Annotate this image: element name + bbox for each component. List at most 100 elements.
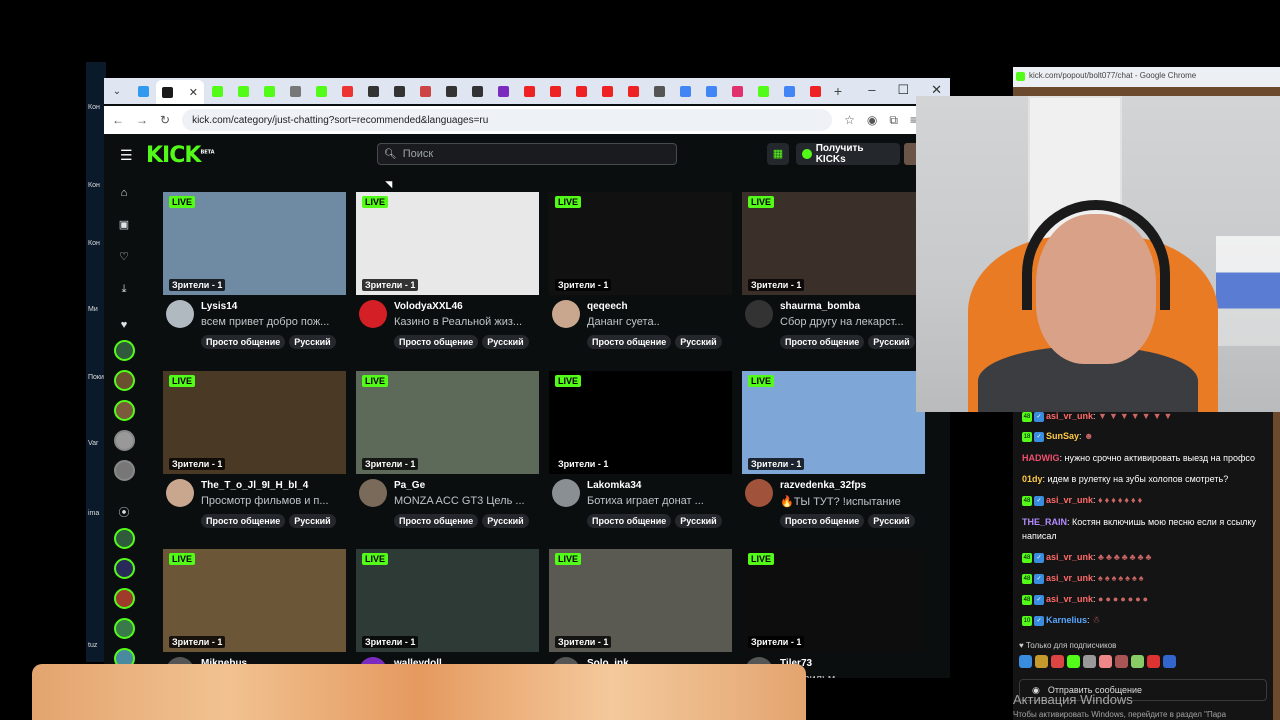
close-tab-icon[interactable]: ✕ <box>189 86 198 99</box>
emote-icon[interactable] <box>1051 655 1064 668</box>
emote-icon[interactable] <box>1067 655 1080 668</box>
stream-thumbnail[interactable]: LIVE Зрители - 1 <box>356 549 539 652</box>
url-input[interactable]: kick.com/category/just-chatting?sort=rec… <box>182 109 833 131</box>
tab-dropdown-button[interactable]: ⌄ <box>104 81 130 101</box>
stream-card[interactable]: LIVE Зрители - 1 qeqeech Дананг суета.. Прос… <box>549 192 732 349</box>
tag-pill[interactable]: Русский <box>482 335 529 349</box>
browser-tab[interactable] <box>412 81 438 101</box>
recommended-channel-avatar[interactable] <box>114 558 135 579</box>
stream-card[interactable]: LIVE Зрители - 1 razvedenka_32fps 🔥ТЫ ТУТ? … <box>742 371 925 528</box>
browser-tab[interactable] <box>724 81 750 101</box>
new-tab-button[interactable]: + <box>828 83 848 99</box>
chat-username[interactable]: THE_RAIN <box>1022 517 1067 527</box>
tag-pill[interactable]: Русский <box>482 514 529 528</box>
tag-pill[interactable]: Русский <box>868 335 915 349</box>
stream-title[interactable]: Ботиха играет донат ... <box>587 495 731 507</box>
stream-card[interactable]: LIVE Зрители - 1 VolodyaXXL46 Казино в Реал… <box>356 192 539 349</box>
stream-card[interactable]: LIVE Зрители - 1 Lysis14 всем привет добро … <box>163 192 346 349</box>
channel-avatar[interactable] <box>359 479 387 507</box>
stream-title[interactable]: 🔥ТЫ ТУТ? !испытание <box>780 495 924 508</box>
tag-pill[interactable]: Русский <box>675 335 722 349</box>
channel-name[interactable]: Pa_Ge <box>394 480 425 491</box>
emote-icon[interactable] <box>1019 655 1032 668</box>
search-input[interactable]: 🔍︎ Поиск <box>377 143 677 165</box>
chat-username[interactable]: Karnelius <box>1046 615 1087 625</box>
stream-thumbnail[interactable]: LIVE Зрители - 1 <box>356 192 539 295</box>
chat-username[interactable]: asi_vr_unk <box>1046 411 1093 421</box>
channel-avatar[interactable] <box>745 300 773 328</box>
minimize-button[interactable]: – <box>868 82 875 98</box>
browser-tab[interactable] <box>776 81 802 101</box>
browser-tab[interactable] <box>594 81 620 101</box>
channel-name[interactable]: Lysis14 <box>201 301 237 312</box>
download-icon[interactable]: ⤓ <box>117 282 131 296</box>
recommended-channel-avatar[interactable] <box>114 528 135 549</box>
tag-pill[interactable]: Русский <box>289 514 336 528</box>
channel-avatar[interactable] <box>166 479 194 507</box>
extension-icon[interactable]: ◉ <box>867 113 877 127</box>
chat-username[interactable]: 01dy <box>1022 474 1043 484</box>
stream-thumbnail[interactable]: LIVE Зрители - 1 <box>742 371 925 474</box>
chat-username[interactable]: SunSay <box>1046 431 1079 441</box>
browser-tab[interactable] <box>360 81 386 101</box>
stream-thumbnail[interactable]: LIVE Зрители - 1 <box>742 549 925 652</box>
stream-title[interactable]: всем привет добро пож... <box>201 316 345 328</box>
bookmark-star-icon[interactable]: ☆ <box>844 113 855 127</box>
browser-tab[interactable] <box>334 81 360 101</box>
gift-icon[interactable]: ▦ <box>767 143 789 165</box>
home-icon[interactable]: ⌂ <box>117 186 131 200</box>
channel-avatar[interactable] <box>166 300 194 328</box>
emote-icon[interactable] <box>1131 655 1144 668</box>
recommended-channel-avatar[interactable] <box>114 588 135 609</box>
followed-channel-avatar[interactable] <box>114 430 135 451</box>
stream-card[interactable]: LIVEЗрители - 1Miknebus <box>163 549 346 678</box>
channel-avatar[interactable] <box>359 300 387 328</box>
chat-username[interactable]: asi_vr_unk <box>1046 594 1093 604</box>
channel-name[interactable]: razvedenka_32fps <box>780 480 866 491</box>
stream-thumbnail[interactable]: LIVE Зрители - 1 <box>163 371 346 474</box>
stream-thumbnail[interactable]: LIVE Зрители - 1 <box>163 192 346 295</box>
browser-tab[interactable] <box>256 81 282 101</box>
tag-pill[interactable]: Русский <box>868 514 915 528</box>
emote-icon[interactable] <box>1115 655 1128 668</box>
browse-icon[interactable]: ▣ <box>117 218 131 232</box>
emote-icon[interactable] <box>1147 655 1160 668</box>
tag-pill[interactable]: Просто общение <box>394 335 479 349</box>
stream-card[interactable]: LIVE Зрители - 1 Pa_Ge MONZA ACC GT3 Цель .… <box>356 371 539 528</box>
browser-tab[interactable] <box>802 81 828 101</box>
browser-tab[interactable] <box>620 81 646 101</box>
channel-avatar[interactable] <box>552 479 580 507</box>
stream-card[interactable]: LIVE Зрители - 1 Lakomka34 Ботиха играет до… <box>549 371 732 528</box>
stream-thumbnail[interactable]: LIVE Зрители - 1 <box>549 549 732 652</box>
tag-pill[interactable]: Русский <box>289 335 336 349</box>
tag-pill[interactable]: Русский <box>675 514 722 528</box>
channel-avatar[interactable] <box>745 479 773 507</box>
emote-icon[interactable] <box>1163 655 1176 668</box>
kick-logo[interactable]: KICKBETA <box>146 143 215 168</box>
browser-tab[interactable] <box>308 81 334 101</box>
stream-thumbnail[interactable]: LIVE Зрители - 1 <box>549 371 732 474</box>
stream-card[interactable]: LIVE Зрители - 1 shaurma_bomba Сбор другу н… <box>742 192 925 349</box>
channel-name[interactable]: qeqeech <box>587 301 628 312</box>
forward-icon[interactable]: → <box>136 113 148 127</box>
browser-tab[interactable] <box>130 81 156 101</box>
followed-channel-avatar[interactable] <box>114 400 135 421</box>
browser-tab[interactable] <box>750 81 776 101</box>
chat-username[interactable]: asi_vr_unk <box>1046 495 1093 505</box>
chat-username[interactable]: asi_vr_unk <box>1046 573 1093 583</box>
stream-thumbnail[interactable]: LIVE Зрители - 1 <box>163 549 346 652</box>
browser-tab[interactable] <box>490 81 516 101</box>
emote-icon[interactable] <box>1035 655 1048 668</box>
followed-channel-avatar[interactable] <box>114 460 135 481</box>
browser-tab[interactable] <box>672 81 698 101</box>
browser-tab[interactable] <box>386 81 412 101</box>
following-icon[interactable]: ♡ <box>117 250 131 264</box>
emote-icon[interactable] <box>1083 655 1096 668</box>
reload-icon[interactable]: ↻ <box>160 113 170 127</box>
stream-thumbnail[interactable]: LIVE Зрители - 1 <box>356 371 539 474</box>
maximize-button[interactable]: ☐ <box>897 82 909 98</box>
browser-tab[interactable] <box>438 81 464 101</box>
stream-title[interactable]: Сбор другу на лекарст... <box>780 316 924 328</box>
chat-username[interactable]: HADWIG <box>1022 453 1060 463</box>
browser-tab[interactable] <box>282 81 308 101</box>
